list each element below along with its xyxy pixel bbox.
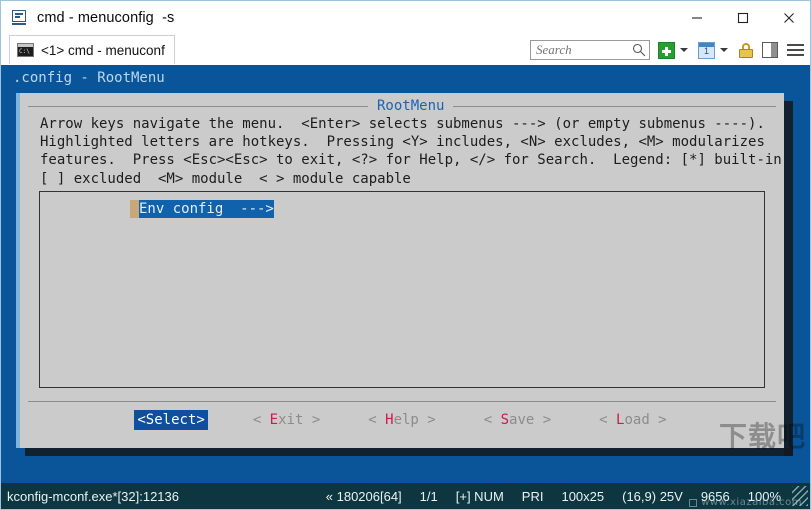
window-title: cmd - menuconfig -s [37,9,175,26]
load-button[interactable]: < Load > [596,410,669,430]
exit-button-hotkey: E [269,412,279,428]
console-area[interactable]: .config - RootMenu RootMenu Arrow keys n… [1,65,810,485]
tab-number-group[interactable]: 1 [698,41,735,59]
status-memory: 9656 [700,488,730,504]
window-number-label: 1 [703,45,709,56]
dialog-help-text: Arrow keys navigate the menu. <Enter> se… [40,116,782,187]
chevron-down-icon[interactable] [680,48,688,52]
list-item[interactable]: Env config ---> [130,200,274,218]
dialog-shadow-right [784,101,793,456]
dialog-title-row: RootMenu [28,98,776,114]
search-box[interactable] [530,40,650,60]
dialog-title: RootMenu [377,98,445,114]
exit-button[interactable]: < Exit > [250,410,323,430]
select-button[interactable]: <Select> [134,410,208,430]
load-button-suffix: oad > [624,412,667,428]
minimize-button[interactable] [674,1,720,34]
dialog-shadow-bottom [25,448,793,456]
console-icon-prompt: C:\ [19,48,30,55]
help-button-hotkey: H [385,412,394,428]
config-header: .config - RootMenu [13,70,165,86]
close-button[interactable] [766,1,810,34]
window-number-icon[interactable]: 1 [698,41,715,59]
new-tab-group[interactable] [658,41,695,59]
split-pane-icon[interactable] [762,42,778,58]
status-pri: PRI [521,488,544,504]
status-cursor-pos: (16,9) 25V [622,488,683,504]
save-button-suffix: ave > [509,412,552,428]
list-item-highlight[interactable]: Env config ---> [130,200,274,218]
lock-icon[interactable] [738,42,754,59]
status-bar: kconfig-mconf.exe*[32]:12136 « 180206[64… [1,483,810,509]
status-zoom: 100% [747,488,781,504]
status-cells: « 180206[64] 1/1 [+] NUM PRI 100x25 (16,… [317,486,810,506]
status-build: « 180206[64] [325,488,402,504]
select-button-label: <Select> [137,412,205,428]
status-page: 1/1 [419,488,438,504]
menuconfig-dialog: RootMenu Arrow keys navigate the menu. <… [16,93,784,448]
status-num: [+] NUM [455,488,504,504]
divider [453,105,776,107]
save-button-prefix: < [483,412,501,428]
cursor-block [130,200,139,218]
hamburger-menu-icon[interactable] [787,43,804,57]
status-size: 100x25 [561,488,605,504]
help-button-prefix: < [368,412,386,428]
divider [28,105,368,107]
search-icon[interactable] [632,43,646,62]
tab-label: <1> cmd - menuconf [41,42,165,58]
save-button-hotkey: S [500,412,510,428]
help-button[interactable]: < Help > [365,410,438,430]
chevron-down-icon[interactable] [720,48,728,52]
tab-strip: C:\ <1> cmd - menuconf Search 1 [1,34,810,65]
help-button-suffix: elp > [393,412,436,428]
status-process: kconfig-mconf.exe*[32]:12136 [7,488,179,504]
divider [28,401,776,402]
menu-listbox[interactable]: Env config ---> [39,191,765,388]
resize-grip[interactable] [792,486,808,506]
plus-icon[interactable] [658,41,675,59]
maximize-button[interactable] [720,1,766,34]
console-icon: C:\ [17,43,34,57]
list-item-label: Env config ---> [139,201,274,217]
dialog-button-row: <Select> < Exit > < Help > < Save > < Lo… [20,409,784,431]
window-controls [674,1,810,34]
exit-button-prefix: < [252,412,270,428]
terminal-window: cmd - menuconfig -s C:\ <1> cmd - menuco… [0,0,811,510]
window-titlebar: cmd - menuconfig -s [1,1,810,34]
console-app-icon [12,9,28,26]
save-button[interactable]: < Save > [481,410,554,430]
load-button-prefix: < [599,412,617,428]
tab-cmd-menuconf[interactable]: C:\ <1> cmd - menuconf [9,35,175,64]
exit-button-suffix: xit > [278,412,321,428]
toolbar: 1 [530,38,806,62]
